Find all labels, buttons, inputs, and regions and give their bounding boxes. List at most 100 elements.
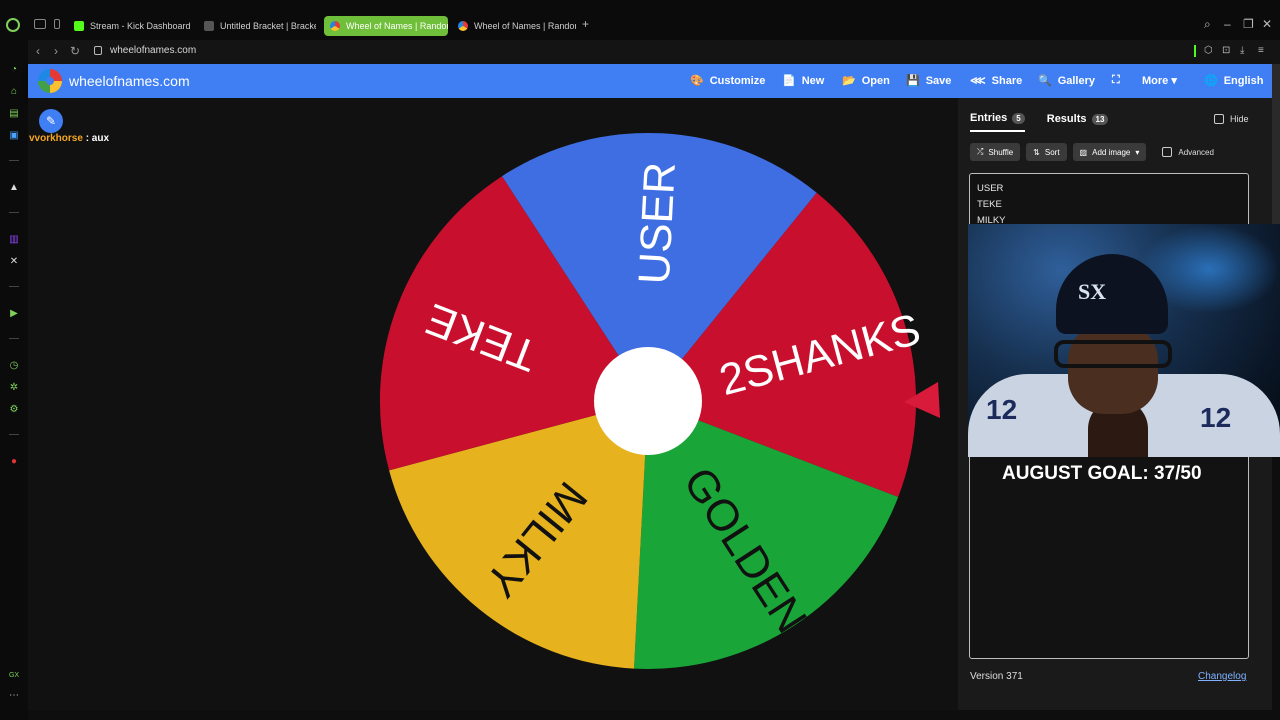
gx-badge-icon[interactable]: GX xyxy=(8,670,20,682)
close-icon[interactable]: ✕ xyxy=(1262,17,1272,31)
cap-logo: SX xyxy=(1078,279,1107,304)
kick-favicon-icon xyxy=(74,21,84,31)
wheel-center-hub[interactable] xyxy=(594,347,702,455)
menu-label: Save xyxy=(925,74,952,87)
extension-indicator xyxy=(1194,45,1196,57)
hide-toggle[interactable]: Hide xyxy=(1214,114,1249,124)
aria-icon[interactable]: ▲ xyxy=(8,182,20,194)
tab-label: Stream - Kick Dashboard xyxy=(90,21,191,31)
fullscreen-button[interactable]: ⛶ xyxy=(1112,74,1120,87)
tab-untitled-bracket[interactable]: Untitled Bracket | Brackets xyxy=(198,16,316,36)
webcam-glasses xyxy=(1054,340,1172,368)
address-bar: ‹ › ↻ wheelofnames.com ⬡ ⊡ ⤓ ≡ xyxy=(28,40,1280,64)
twitch-icon[interactable]: ▥ xyxy=(8,234,20,246)
tab-label: Wheel of Names | Random xyxy=(346,21,448,31)
url-field[interactable]: wheelofnames.com xyxy=(110,45,196,56)
maximize-icon[interactable]: ❐ xyxy=(1243,17,1254,31)
tab-wheel-of-names[interactable]: Wheel of Names | Random xyxy=(452,16,576,36)
search-tabs-icon[interactable]: ⌕ xyxy=(1204,17,1211,32)
advanced-checkbox[interactable] xyxy=(1162,147,1173,157)
bracket-favicon-icon xyxy=(204,21,214,31)
share-button[interactable]: ⋘ Share xyxy=(970,74,1023,88)
tab-entries[interactable]: Entries 5 xyxy=(970,112,1025,132)
settings-gear-icon[interactable]: ⚙ xyxy=(8,404,20,416)
back-icon[interactable]: ‹ xyxy=(36,44,40,58)
gx-control-icon[interactable]: ◔ xyxy=(8,64,20,76)
fullscreen-icon: ⛶ xyxy=(1112,74,1120,86)
menu-icon[interactable]: ≡ xyxy=(1258,45,1264,56)
workspace-icon[interactable] xyxy=(34,19,46,29)
new-button[interactable]: 📄 New xyxy=(782,74,825,88)
shuffle-label: Shuffle xyxy=(988,147,1014,157)
more-dots-icon[interactable]: ⋯ xyxy=(8,690,20,702)
jersey-number-left: 12 xyxy=(986,394,1018,425)
extensions-icon[interactable]: ⬡ xyxy=(1204,45,1213,56)
record-icon[interactable]: ● xyxy=(8,456,20,468)
chat-username: vvorkhorse xyxy=(29,133,83,144)
menu-label: Open xyxy=(861,74,890,87)
forward-icon[interactable]: › xyxy=(54,44,58,58)
save-button[interactable]: 💾 Save xyxy=(906,74,952,88)
goal-overlay-text: AUGUST GOAL: 37/50 xyxy=(1002,463,1202,484)
gx-corner-icon[interactable]: ⌂ xyxy=(8,86,20,98)
new-tab-button[interactable]: + xyxy=(582,17,589,31)
browser-tab-bar: Stream - Kick Dashboard Untitled Bracket… xyxy=(0,0,1280,40)
hide-label: Hide xyxy=(1230,114,1249,124)
shuffle-button[interactable]: ⤮ Shuffle xyxy=(970,143,1021,161)
tab-label: Results xyxy=(1046,113,1087,125)
more-button[interactable]: More ▾ xyxy=(1142,74,1177,87)
wheel-segment-label: USER xyxy=(630,161,685,286)
edit-pencil-icon[interactable]: ✎ xyxy=(39,109,63,133)
reload-icon[interactable]: ↻ xyxy=(70,44,80,58)
share-icon: ⋘ xyxy=(970,75,986,87)
customize-button[interactable]: 🎨 Customize xyxy=(690,74,766,88)
lock-wallet-icon[interactable]: ⊡ xyxy=(1222,45,1230,56)
sort-icon: ⇅ xyxy=(1033,147,1040,157)
gallery-button[interactable]: 🔍 Gallery xyxy=(1038,74,1096,88)
wheel[interactable]: USER2SHANKSGOLDENMILKYTEKE xyxy=(378,130,948,675)
player-icon[interactable]: ▶ xyxy=(8,308,20,320)
tab-wheel-of-names-active[interactable]: Wheel of Names | Random xyxy=(324,16,448,36)
tab-label: Untitled Bracket | Brackets xyxy=(220,21,316,31)
sidebar-divider xyxy=(9,434,19,435)
jersey-number-right: 12 xyxy=(1200,402,1232,433)
menu-label: More ▾ xyxy=(1142,75,1177,87)
extensions-sidebar-icon[interactable]: ✲ xyxy=(8,382,20,394)
tab-kick-dashboard[interactable]: Stream - Kick Dashboard xyxy=(68,16,192,36)
page-scrollbar[interactable] xyxy=(1272,64,1280,224)
download-icon[interactable]: ⤓ xyxy=(1240,45,1244,56)
results-count-badge: 13 xyxy=(1091,113,1109,125)
tab-label: Entries xyxy=(970,112,1008,124)
sidebar-divider xyxy=(9,286,19,287)
tab-island-icon[interactable] xyxy=(54,19,60,29)
wheel-logo-icon[interactable] xyxy=(38,69,62,93)
image-icon: ▨ xyxy=(1079,147,1088,157)
sort-button[interactable]: ⇅ Sort xyxy=(1026,143,1067,161)
menu-label: Share xyxy=(991,74,1023,87)
add-image-button[interactable]: ▨ Add image ▾ xyxy=(1072,143,1147,161)
opera-gx-logo-icon[interactable] xyxy=(6,18,20,32)
app-header: wheelofnames.com 🎨 Customize 📄 New 📂 Ope… xyxy=(28,64,1272,98)
tab-label: Wheel of Names | Random xyxy=(474,21,576,31)
tab-results[interactable]: Results 13 xyxy=(1047,112,1109,132)
kick-sidebar-icon[interactable]: ▣ xyxy=(8,130,20,142)
entries-toolbar: ⤮ Shuffle ⇅ Sort ▨ Add image ▾ Advanced xyxy=(970,143,1214,161)
menu-label: Gallery xyxy=(1057,74,1096,87)
list-item: USER xyxy=(977,183,1004,194)
hide-checkbox[interactable] xyxy=(1214,114,1224,124)
minimize-icon[interactable]: – xyxy=(1224,17,1231,31)
changelog-link[interactable]: Changelog xyxy=(1198,671,1246,682)
search-icon: 🔍 xyxy=(1038,75,1052,87)
app-title[interactable]: wheelofnames.com xyxy=(69,73,190,89)
wheel-favicon-icon xyxy=(330,21,340,31)
open-button[interactable]: 📂 Open xyxy=(842,74,890,88)
folder-icon: 📂 xyxy=(842,75,856,87)
menu-label: Customize xyxy=(709,74,766,87)
language-button[interactable]: 🌐 English xyxy=(1204,74,1263,88)
history-icon[interactable]: ◷ xyxy=(8,360,20,372)
menu-label: New xyxy=(801,74,825,87)
news-icon[interactable]: ▤ xyxy=(8,108,20,120)
advanced-toggle[interactable]: Advanced xyxy=(1162,147,1214,157)
new-file-icon: 📄 xyxy=(782,75,796,87)
x-twitter-icon[interactable]: ✕ xyxy=(8,256,20,268)
